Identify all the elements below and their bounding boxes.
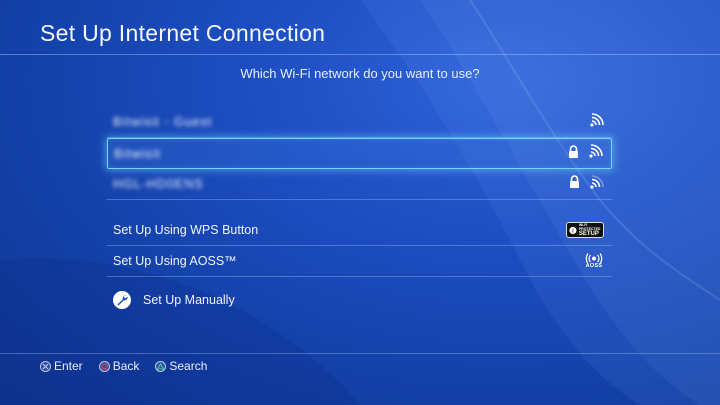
hint-search: Search (155, 359, 207, 373)
cross-button-icon (40, 360, 51, 372)
header-divider (0, 54, 720, 55)
wps-setup-label: Set Up Using WPS Button (113, 223, 259, 237)
triangle-button-icon (155, 360, 167, 372)
aoss-logo-icon: AOSS (584, 252, 604, 270)
wifi-signal-icon (589, 144, 603, 163)
aoss-setup-option[interactable]: Set Up Using AOSS™ AOSS (107, 246, 612, 277)
wps-badge-text: SETUP (578, 231, 599, 237)
wifi-signal-icon (590, 174, 604, 194)
aoss-setup-label: Set Up Using AOSS™ (113, 254, 237, 268)
hint-enter: Enter (40, 359, 83, 373)
page-subtitle: Which Wi-Fi network do you want to use? (240, 66, 480, 81)
lock-icon (568, 144, 579, 163)
network-ssid: HGL-HD0ENS (113, 177, 204, 191)
wifi-signal-icon (590, 112, 604, 132)
footer-divider (0, 353, 720, 354)
hint-search-label: Search (169, 359, 208, 373)
network-item-third[interactable]: HGL-HD0ENS (107, 169, 612, 200)
wps-badge-small-text: WI-FI PROTECTED (578, 223, 601, 231)
manual-setup-label: Set Up Manually (143, 293, 235, 307)
network-ssid: Bitwisit (114, 146, 161, 161)
hint-enter-label: Enter (54, 359, 83, 373)
network-item-guest[interactable]: Bitwisit - Guest (107, 107, 612, 138)
circle-button-icon (98, 360, 110, 372)
hint-back-label: Back (112, 359, 140, 373)
network-list: Bitwisit - Guest Bitwisit HGL-HD0ENS Set… (107, 107, 612, 317)
wrench-icon (113, 291, 131, 309)
wps-setup-option[interactable]: Set Up Using WPS Button WI-FI PROTECTED … (107, 215, 612, 246)
manual-setup-option[interactable]: Set Up Manually (107, 283, 612, 317)
network-item-selected[interactable]: Bitwisit (107, 138, 612, 169)
footer-hints: Enter Back Search (40, 359, 207, 373)
page-title: Set Up Internet Connection (40, 20, 326, 46)
lock-icon (569, 175, 580, 193)
network-ssid: Bitwisit - Guest (113, 115, 213, 129)
aoss-badge-text: AOSS (585, 262, 603, 269)
hint-back: Back (98, 359, 140, 373)
wps-logo-icon: WI-FI PROTECTED SETUP (566, 222, 604, 238)
